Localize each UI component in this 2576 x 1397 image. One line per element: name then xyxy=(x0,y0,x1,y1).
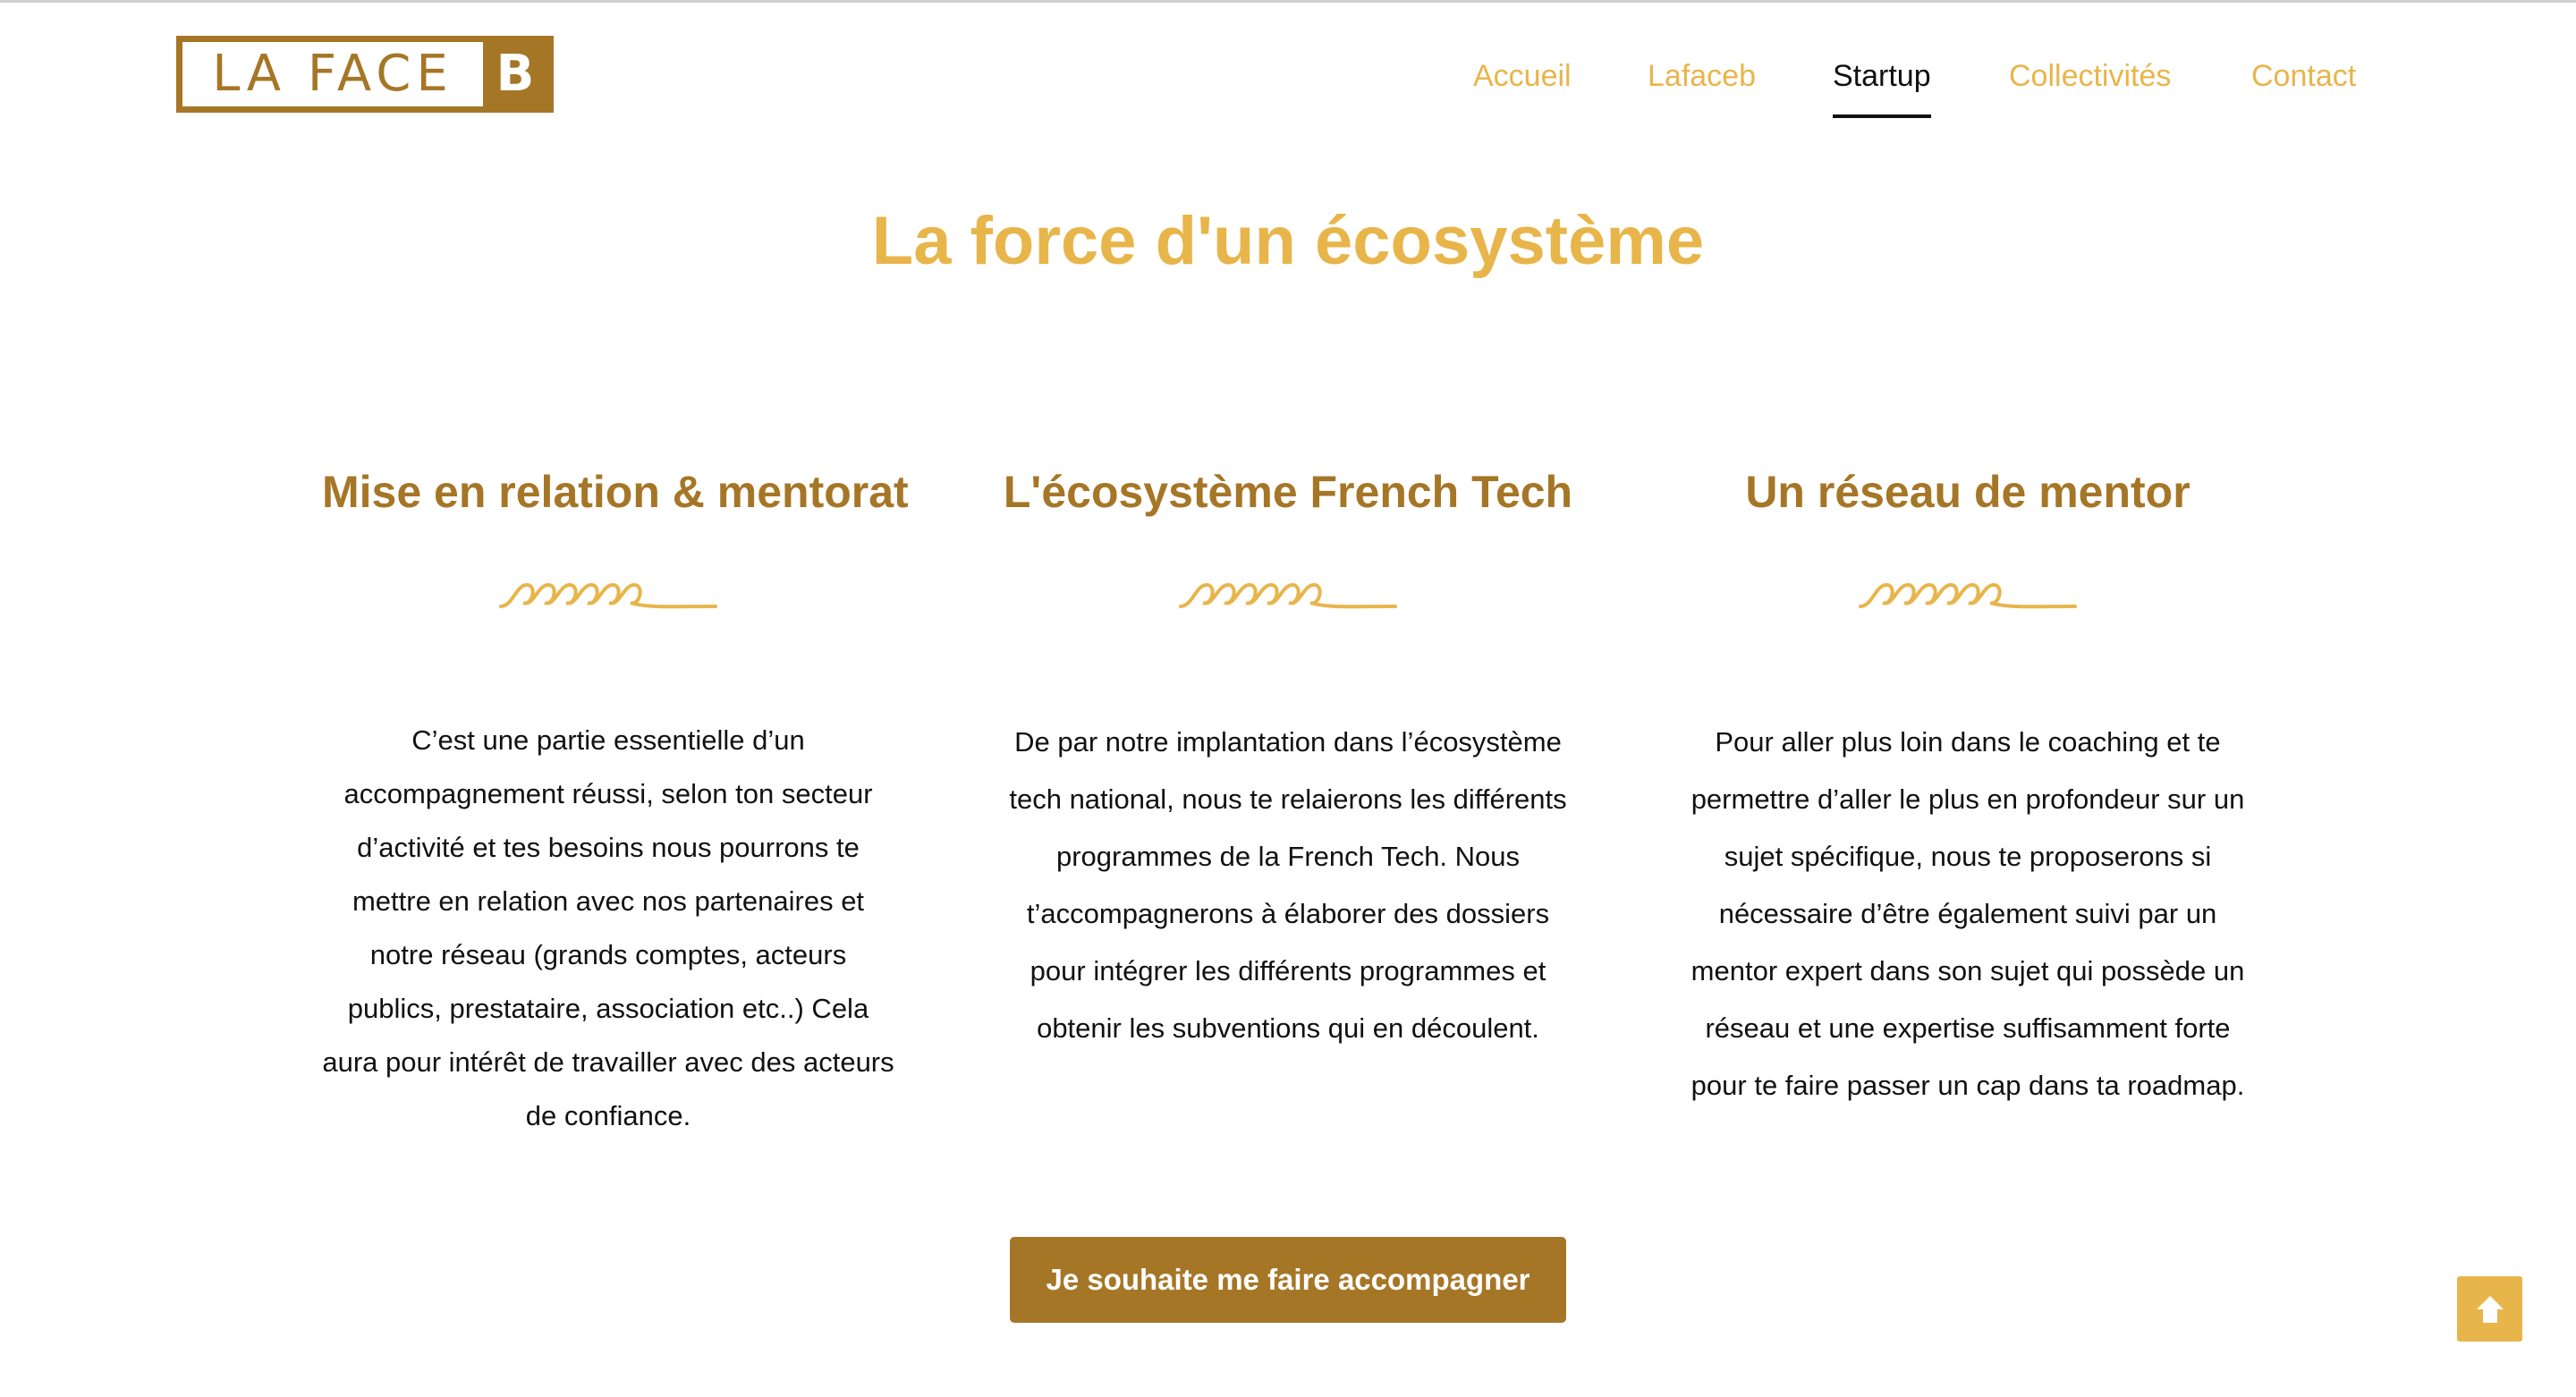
feature-column-french-tech: L'écosystème French Tech De par notre im… xyxy=(1002,456,1574,1057)
nav-item-lafaceb[interactable]: Lafaceb xyxy=(1648,54,1756,98)
feature-description: C’est une partie essentielle d’un accomp… xyxy=(322,724,894,1131)
page-title: La force d'un écosystème xyxy=(871,203,1705,279)
squiggle-divider-icon xyxy=(1179,582,1397,609)
top-border xyxy=(0,0,2576,3)
feature-heading: Un réseau de mentor xyxy=(1745,467,2190,517)
feature-column-mentorship: Mise en relation & mentorat C’est une pa… xyxy=(322,456,909,1143)
feature-description: De par notre implantation dans l’écosyst… xyxy=(1009,726,1567,1044)
squiggle-divider-icon xyxy=(1859,582,2077,609)
arrow-up-icon xyxy=(2476,1295,2504,1323)
nav-item-startup[interactable]: Startup xyxy=(1833,54,1931,118)
logo-badge: B xyxy=(483,42,547,106)
scroll-to-top-button[interactable] xyxy=(2457,1276,2522,1342)
request-support-button[interactable]: Je souhaite me faire accompagner xyxy=(1010,1237,1566,1323)
feature-heading: L'écosystème French Tech xyxy=(1003,467,1573,517)
site-logo[interactable]: LA FACE B xyxy=(176,36,554,113)
feature-heading: Mise en relation & mentorat xyxy=(322,467,909,517)
nav-item-accueil[interactable]: Accueil xyxy=(1473,54,1572,98)
nav-item-contact[interactable]: Contact xyxy=(2251,54,2356,98)
logo-text: LA FACE xyxy=(212,45,453,103)
feature-column-mentor-network: Un réseau de mentor Pour aller plus loin… xyxy=(1682,456,2254,1114)
nav-item-collectivites[interactable]: Collectivités xyxy=(2009,54,2171,98)
feature-description: Pour aller plus loin dans le coaching et… xyxy=(1690,726,2245,1101)
squiggle-divider-icon xyxy=(499,582,717,609)
